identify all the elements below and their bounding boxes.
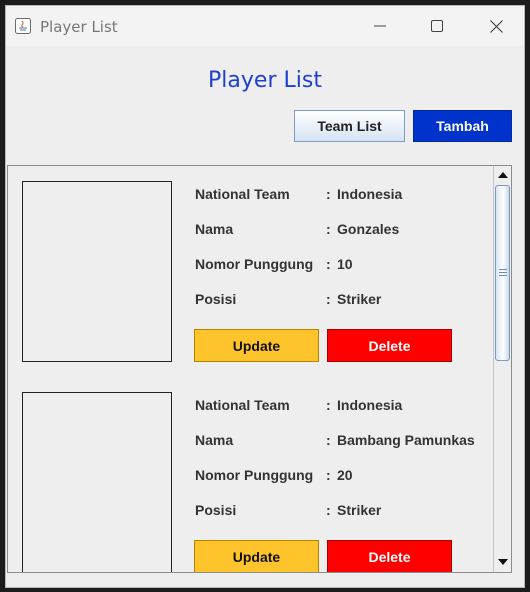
posisi-label: Posisi (195, 502, 237, 518)
colon: : (326, 221, 331, 237)
colon: : (326, 186, 331, 202)
national-team-label: National Team (195, 397, 290, 413)
maximize-icon (431, 20, 443, 32)
scroll-down-button[interactable] (495, 554, 511, 570)
posisi-value: Striker (337, 502, 382, 518)
nama-value: Bambang Pamunkas (337, 432, 475, 448)
scroll-up-button[interactable] (495, 167, 511, 183)
player-photo (22, 392, 172, 572)
nama-value: Gonzales (337, 221, 400, 237)
close-button[interactable] (472, 6, 520, 46)
window-title: Player List (40, 18, 118, 36)
nomor-punggung-label: Nomor Punggung (195, 467, 314, 483)
colon: : (326, 432, 331, 448)
bottom-edge (6, 573, 524, 587)
colon: : (326, 502, 331, 518)
player-list-scroll-pane[interactable]: National Team : Indonesia Nama : Gonzale… (7, 165, 512, 573)
scroll-down-arrow-icon (498, 559, 508, 565)
nomor-punggung-value: 20 (337, 467, 353, 483)
national-team-value: Indonesia (337, 397, 403, 413)
title-bar[interactable]: Player List (6, 6, 524, 46)
vertical-scrollbar[interactable] (493, 166, 511, 572)
page-title: Player List (208, 68, 322, 93)
minimize-icon (374, 25, 386, 27)
posisi-value: Striker (337, 291, 382, 307)
update-button[interactable]: Update (194, 540, 319, 572)
colon: : (326, 291, 331, 307)
delete-button[interactable]: Delete (327, 540, 452, 572)
nomor-punggung-label: Nomor Punggung (195, 256, 314, 272)
minimize-button[interactable] (356, 6, 404, 46)
team-list-button[interactable]: Team List (294, 110, 405, 142)
nama-label: Nama (195, 432, 234, 448)
posisi-label: Posisi (195, 291, 237, 307)
scroll-up-arrow-icon (498, 172, 508, 178)
scrollbar-thumb[interactable] (495, 185, 510, 361)
tambah-button[interactable]: Tambah (413, 110, 512, 142)
app-window: Player List Player List Team List Tambah… (5, 5, 525, 588)
colon: : (326, 256, 331, 272)
national-team-label: National Team (195, 186, 290, 202)
colon: : (326, 397, 331, 413)
update-button[interactable]: Update (194, 329, 319, 362)
java-icon (15, 18, 31, 34)
player-card: National Team : Indonesia Nama : Bambang… (8, 377, 493, 572)
national-team-value: Indonesia (337, 186, 403, 202)
scroll-grip-icon (499, 269, 507, 278)
player-photo (22, 181, 172, 362)
nama-label: Nama (195, 221, 234, 237)
colon: : (326, 467, 331, 483)
player-card: National Team : Indonesia Nama : Gonzale… (8, 166, 493, 377)
close-icon (489, 19, 503, 33)
delete-button[interactable]: Delete (327, 329, 452, 362)
maximize-button[interactable] (413, 6, 461, 46)
nomor-punggung-value: 10 (337, 256, 353, 272)
